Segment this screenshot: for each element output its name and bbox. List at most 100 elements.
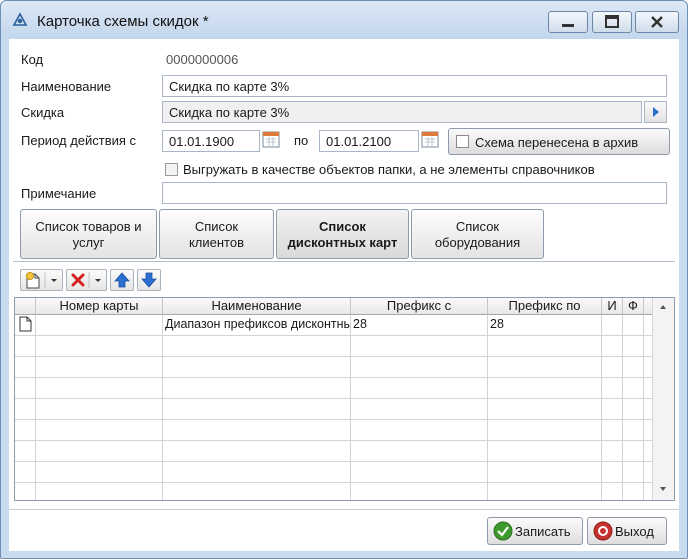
table-cell[interactable] [351,462,488,483]
table-cell[interactable] [488,420,602,441]
table-cell[interactable] [623,462,644,483]
table-row[interactable] [15,462,654,483]
table-cell[interactable] [351,378,488,399]
table-row[interactable] [15,399,654,420]
table-cell[interactable] [163,399,351,420]
tab-clients[interactable]: Список клиентов [159,209,274,259]
table-cell[interactable] [36,420,163,441]
name-input[interactable]: Скидка по карте 3% [162,75,667,97]
table-row[interactable]: Диапазон префиксов дисконтных карт2828 [15,315,654,336]
archive-checkbox[interactable] [456,135,469,148]
table-cell[interactable] [602,420,623,441]
add-button[interactable] [20,269,63,291]
table-cell[interactable] [602,315,623,336]
table-header-prefix-to[interactable]: Префикс по [488,298,602,315]
table-cell[interactable] [488,399,602,420]
table-row[interactable] [15,378,654,399]
row-icon-cell[interactable] [15,378,36,399]
close-button[interactable] [635,11,679,33]
table-cell[interactable] [488,336,602,357]
export-checkbox[interactable] [165,163,178,176]
row-icon-cell[interactable] [15,357,36,378]
row-icon-cell[interactable] [15,336,36,357]
table-cell[interactable] [163,462,351,483]
table-cell[interactable] [163,357,351,378]
table-cell[interactable] [36,357,163,378]
chevron-up-icon[interactable] [653,300,673,314]
cards-table[interactable]: Номер карты Наименование Префикс с Префи… [14,297,675,501]
tab-equipment[interactable]: Список оборудования [411,209,544,259]
table-cell[interactable] [163,420,351,441]
table-cell[interactable] [36,441,163,462]
table-cell[interactable] [623,399,644,420]
table-cell[interactable] [623,378,644,399]
calendar-icon[interactable] [420,129,440,149]
table-cell[interactable] [623,336,644,357]
table-cell[interactable]: 28 [351,315,488,336]
table-header-card-number[interactable]: Номер карты [36,298,163,315]
table-cell[interactable] [351,336,488,357]
table-header-f[interactable]: Ф [623,298,644,315]
table-cell[interactable] [351,483,488,500]
move-up-button[interactable] [110,269,134,291]
table-cell[interactable] [36,378,163,399]
table-row[interactable] [15,357,654,378]
table-cell[interactable] [623,357,644,378]
save-button[interactable]: Записать [487,517,583,545]
exit-button[interactable]: Выход [587,517,667,545]
table-cell[interactable] [163,483,351,500]
table-header-i[interactable]: И [602,298,623,315]
table-cell[interactable]: 28 [488,315,602,336]
table-cell[interactable] [488,483,602,500]
calendar-icon[interactable] [261,129,281,149]
table-cell[interactable] [163,336,351,357]
row-icon-cell[interactable] [15,462,36,483]
table-cell[interactable] [488,357,602,378]
table-cell[interactable] [163,441,351,462]
maximize-button[interactable] [592,11,632,33]
table-row[interactable] [15,336,654,357]
table-cell[interactable] [602,483,623,500]
archive-toggle-button[interactable]: Схема перенесена в архив [448,128,670,155]
table-cell[interactable] [36,336,163,357]
table-cell[interactable] [351,357,488,378]
table-cell[interactable] [488,378,602,399]
minimize-button[interactable] [548,11,588,33]
tab-discount-cards[interactable]: Список дисконтных карт [276,209,409,259]
table-cell[interactable] [351,420,488,441]
period-from-input[interactable]: 01.01.1900 [162,130,260,152]
row-icon-cell[interactable] [15,441,36,462]
table-cell[interactable] [602,441,623,462]
table-cell[interactable] [488,441,602,462]
table-row[interactable] [15,483,654,500]
table-cell[interactable] [602,336,623,357]
note-input[interactable] [162,182,667,204]
delete-button[interactable] [66,269,107,291]
tab-products[interactable]: Список товаров и услуг [20,209,157,259]
table-cell[interactable] [602,357,623,378]
table-cell[interactable] [351,399,488,420]
scrollbar[interactable] [652,298,674,500]
table-cell[interactable] [623,483,644,500]
table-cell[interactable] [351,441,488,462]
row-icon-cell[interactable] [15,315,36,336]
table-cell[interactable]: Диапазон префиксов дисконтных карт [163,315,351,336]
table-cell[interactable] [36,483,163,500]
table-cell[interactable] [623,315,644,336]
move-down-button[interactable] [137,269,161,291]
table-cell[interactable] [36,462,163,483]
table-cell[interactable] [623,420,644,441]
table-cell[interactable] [602,399,623,420]
discount-field[interactable]: Скидка по карте 3% [162,101,642,123]
table-cell[interactable] [623,441,644,462]
discount-select-button[interactable] [644,101,667,123]
table-header-name[interactable]: Наименование [163,298,351,315]
table-cell[interactable] [602,378,623,399]
period-to-input[interactable]: 01.01.2100 [319,130,419,152]
row-icon-cell[interactable] [15,399,36,420]
row-icon-cell[interactable] [15,420,36,441]
table-cell[interactable] [488,462,602,483]
table-cell[interactable] [36,315,163,336]
table-row[interactable] [15,420,654,441]
table-header-prefix-from[interactable]: Префикс с [351,298,488,315]
